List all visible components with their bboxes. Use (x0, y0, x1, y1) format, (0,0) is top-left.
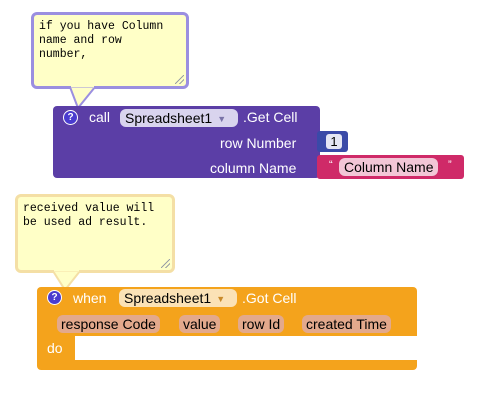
when-keyword: when (73, 290, 107, 306)
help-icon[interactable]: ? (47, 290, 62, 305)
event-name: .Got Cell (242, 290, 297, 306)
event-block-bottom (37, 360, 417, 370)
do-arm: do (37, 336, 75, 360)
event-component-name: Spreadsheet1 (124, 290, 212, 306)
param-row-id[interactable]: row Id (238, 315, 285, 333)
param-value[interactable]: value (179, 315, 221, 333)
do-statement-socket[interactable] (75, 336, 417, 360)
chevron-down-icon: ▼ (216, 294, 226, 304)
do-label: do (47, 340, 63, 356)
when-got-cell-block[interactable]: ? when Spreadsheet1 ▼ .Got Cell response … (37, 287, 417, 336)
param-created-time[interactable]: created Time (302, 315, 391, 333)
param-response-code[interactable]: response Code (57, 315, 160, 333)
event-component-dropdown[interactable]: Spreadsheet1 ▼ (119, 289, 237, 307)
